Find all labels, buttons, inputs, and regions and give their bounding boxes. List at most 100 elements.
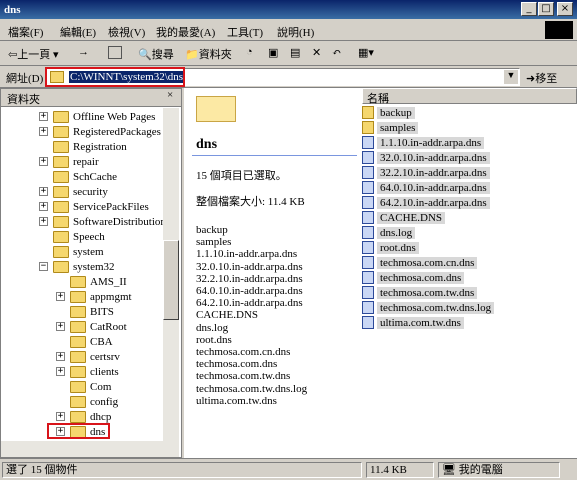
folder-icon	[53, 215, 69, 228]
folder-icon	[70, 380, 86, 393]
tree-item[interactable]: system	[39, 244, 104, 259]
tree-item[interactable]: − system32	[39, 259, 115, 274]
expand-icon[interactable]: −	[39, 262, 48, 271]
file-icon	[362, 226, 374, 239]
tree-item-label: appmgmt	[90, 290, 132, 303]
up-folder-icon[interactable]	[108, 46, 122, 59]
tree-item-label: SchCache	[73, 170, 117, 183]
file-icon	[362, 211, 374, 224]
back-button[interactable]: ⇦上一頁 ▾	[8, 46, 59, 62]
expand-icon[interactable]: +	[39, 112, 48, 121]
expand-icon[interactable]: +	[39, 127, 48, 136]
file-item[interactable]: ultima.com.tw.dns	[362, 315, 464, 330]
tree-item[interactable]: + SoftwareDistribution	[39, 214, 166, 229]
webview-file-name: ultima.com.tw.dns	[196, 394, 277, 407]
file-icon	[362, 151, 374, 164]
tree-item-label: SoftwareDistribution	[73, 215, 166, 228]
webview-file-name: techmosa.com.cn.dns	[196, 346, 291, 358]
status-location-label: 我的電腦	[458, 464, 503, 476]
file-item[interactable]: 64.0.10.in-addr.arpa.dns	[362, 180, 490, 195]
maximize-button[interactable]: □	[538, 2, 554, 16]
expand-icon[interactable]: +	[39, 187, 48, 196]
file-item[interactable]: 64.2.10.in-addr.arpa.dns	[362, 195, 490, 210]
tree-item[interactable]: Registration	[39, 139, 127, 154]
undo-icon[interactable]: ↶	[332, 46, 341, 59]
webview-file-name: techmosa.com.tw.dns.log	[196, 382, 308, 395]
tree-item[interactable]: + repair	[39, 154, 99, 169]
file-item[interactable]: samples	[362, 120, 419, 135]
tree-item[interactable]: Speech	[39, 229, 105, 244]
webview-title: dns	[196, 137, 218, 152]
expand-icon[interactable]: +	[39, 217, 48, 226]
menu-favorites[interactable]: 我的最愛(A)	[156, 24, 215, 40]
folder-icon	[53, 200, 69, 213]
expand-icon[interactable]: +	[39, 202, 48, 211]
file-item[interactable]: 32.2.10.in-addr.arpa.dns	[362, 165, 490, 180]
tree-item[interactable]: + Offline Web Pages	[39, 109, 155, 124]
delete-icon[interactable]: ✕	[312, 46, 321, 59]
menu-file[interactable]: 檔案(F)	[8, 24, 43, 40]
title-bar[interactable]: dns _ □ ×	[0, 0, 577, 19]
tree-item[interactable]: + clients	[56, 364, 119, 379]
tree-item-label: config	[90, 395, 119, 408]
file-item[interactable]: 1.1.10.in-addr.arpa.dns	[362, 135, 485, 150]
menu-view[interactable]: 檢視(V)	[108, 24, 145, 40]
scrollbar-thumb[interactable]	[163, 240, 179, 320]
expand-icon[interactable]: +	[56, 352, 65, 361]
tree-item[interactable]: + dhcp	[56, 409, 111, 424]
webview-file-name: 64.2.10.in-addr.arpa.dns	[196, 297, 303, 310]
folder-icon	[70, 290, 86, 303]
file-name: techmosa.com.dns	[377, 271, 465, 284]
file-item[interactable]: techmosa.com.tw.dns	[362, 285, 478, 300]
tree-item[interactable]: + ServicePackFiles	[39, 199, 149, 214]
history-icon[interactable]: ◔	[246, 46, 253, 58]
tree-item[interactable]: + certsrv	[56, 349, 120, 364]
tree-item[interactable]: + appmgmt	[56, 289, 132, 304]
tree-item[interactable]: CBA	[56, 334, 113, 349]
file-item[interactable]: dns.log	[362, 225, 416, 240]
expand-icon[interactable]: +	[39, 157, 48, 166]
menu-edit[interactable]: 編輯(E)	[60, 24, 96, 40]
tree-item[interactable]: BITS	[56, 304, 114, 319]
tree-item-label: ServicePackFiles	[73, 200, 149, 213]
tree-item[interactable]: AMS_II	[56, 274, 127, 289]
file-item[interactable]: techmosa.com.dns	[362, 270, 465, 285]
folders-button[interactable]: 📁資料夾	[185, 46, 232, 62]
tree-item-label: security	[73, 185, 108, 198]
tree-item[interactable]: SchCache	[39, 169, 117, 184]
tree-item[interactable]: + security	[39, 184, 108, 199]
views-icon[interactable]: ▦▾	[358, 46, 374, 59]
forward-button[interactable]: →	[78, 46, 89, 58]
go-button[interactable]: ➜移至	[526, 70, 557, 86]
menu-tools[interactable]: 工具(T)	[227, 24, 263, 40]
file-item[interactable]: backup	[362, 105, 415, 120]
expand-icon[interactable]: +	[56, 367, 65, 376]
file-item[interactable]: 32.0.10.in-addr.arpa.dns	[362, 150, 490, 165]
expand-icon[interactable]: +	[56, 322, 65, 331]
copy-to-icon[interactable]: ▤	[290, 46, 300, 59]
file-item[interactable]: root.dns	[362, 240, 419, 255]
tree-item[interactable]: + RegisteredPackages	[39, 124, 161, 139]
tree-item[interactable]: Com	[56, 379, 111, 394]
menu-help[interactable]: 說明(H)	[277, 24, 314, 40]
minimize-button[interactable]: _	[521, 2, 537, 16]
move-to-icon[interactable]: ▣	[268, 46, 278, 59]
windows-logo-icon	[545, 21, 573, 39]
folder-icon	[53, 110, 69, 123]
close-folders-icon[interactable]: ×	[167, 89, 173, 101]
folder-icon	[70, 305, 86, 318]
tree-item[interactable]: + CatRoot	[56, 319, 127, 334]
close-button[interactable]: ×	[557, 2, 573, 16]
column-header-name[interactable]: 名稱	[362, 88, 577, 105]
expand-icon[interactable]: +	[56, 412, 65, 421]
folder-icon	[53, 125, 69, 138]
search-button[interactable]: 🔍搜尋	[138, 46, 174, 62]
file-item[interactable]: CACHE.DNS	[362, 210, 446, 225]
expand-icon[interactable]: +	[56, 292, 65, 301]
webview-file-name: dns.log	[196, 321, 229, 334]
address-dropdown-icon[interactable]: ▼	[504, 70, 518, 84]
folders-hscrollbar[interactable]	[1, 441, 179, 457]
file-item[interactable]: techmosa.com.tw.dns.log	[362, 300, 495, 315]
file-item[interactable]: techmosa.com.cn.dns	[362, 255, 478, 270]
tree-item[interactable]: config	[56, 394, 118, 409]
